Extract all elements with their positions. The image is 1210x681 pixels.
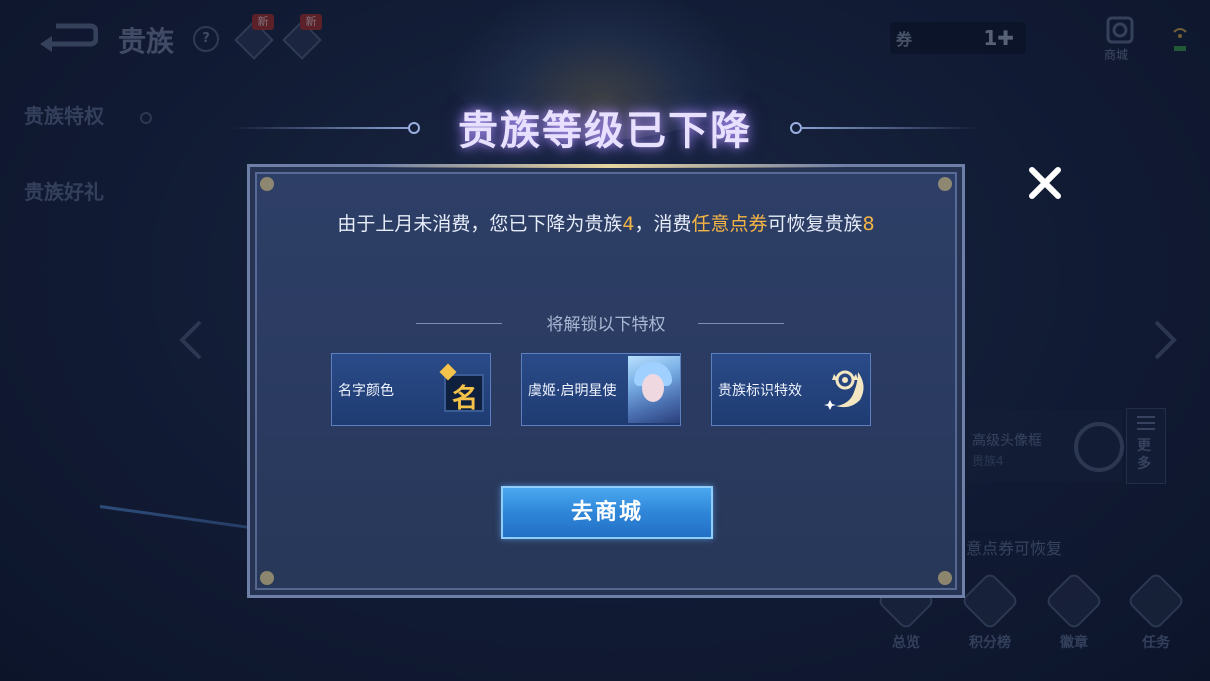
name-color-icon: 名 — [439, 363, 484, 414]
corner-ornament — [260, 571, 274, 585]
name-badge-char: 名 — [452, 384, 479, 414]
privilege-label: 虞姬·启明星使 — [528, 383, 617, 399]
privilege-label: 名字颜色 — [338, 383, 394, 399]
privilege-card-skin[interactable]: 虞姬·启明星使 — [521, 353, 681, 426]
privilege-card-name-color[interactable]: 名字颜色 名 — [331, 353, 491, 426]
modal-title: 贵族等级已下降 — [458, 107, 752, 154]
level-drop-dialog: 由于上月未消费，您已下降为贵族4，消费任意点券可恢复贵族8 将解锁以下特权 名字… — [247, 164, 965, 598]
corner-ornament — [938, 571, 952, 585]
go-to-shop-button[interactable]: 去商城 — [501, 486, 713, 539]
section-title: 将解锁以下特权 — [546, 315, 666, 335]
noble-emblem-icon — [824, 370, 864, 410]
dialog-top-ornament — [370, 164, 848, 168]
close-icon[interactable] — [1024, 162, 1066, 204]
dialog-message: 由于上月未消费，您已下降为贵族4，消费任意点券可恢复贵族8 — [337, 213, 875, 235]
go-to-shop-label: 去商城 — [570, 500, 643, 525]
corner-ornament — [938, 177, 952, 191]
privilege-label: 贵族标识特效 — [718, 383, 802, 399]
current-level: 4 — [622, 213, 635, 235]
privilege-card-noble-emblem[interactable]: 贵族标识特效 — [711, 353, 871, 426]
corner-ornament — [260, 177, 274, 191]
skin-portrait — [628, 356, 680, 423]
voucher-text: 任意点券 — [691, 213, 768, 235]
restore-level: 8 — [862, 213, 875, 235]
title-divider-right — [800, 127, 978, 129]
section-divider-right — [698, 323, 784, 324]
portrait-face — [642, 374, 664, 402]
